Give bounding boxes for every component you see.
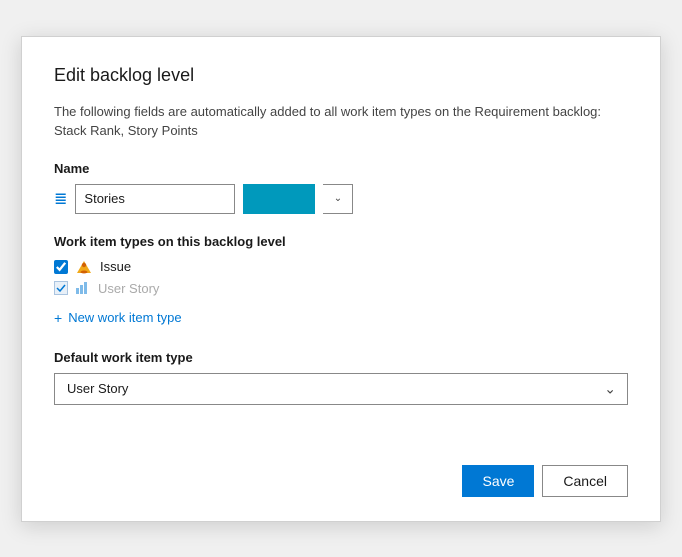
issue-icon	[76, 259, 92, 275]
chevron-down-icon: ⌄	[334, 193, 342, 204]
default-work-item-dropdown-wrapper: User Story Issue	[54, 373, 628, 405]
add-new-work-item-row[interactable]: + New work item type	[54, 310, 628, 326]
edit-backlog-dialog: Edit backlog level The following fields …	[21, 36, 661, 522]
user-story-label: User Story	[98, 281, 159, 296]
color-picker-button[interactable]	[243, 184, 315, 214]
default-work-item-label: Default work item type	[54, 350, 628, 365]
work-item-list: Issue User Story	[54, 259, 628, 296]
name-input[interactable]	[75, 184, 235, 214]
user-story-checkbox-disabled	[54, 281, 68, 295]
work-item-row: User Story	[54, 281, 628, 296]
drag-handle-icon: ≣	[54, 189, 67, 209]
issue-label: Issue	[100, 259, 131, 274]
issue-checkbox[interactable]	[54, 260, 68, 274]
name-section-label: Name	[54, 161, 628, 176]
cancel-button[interactable]: Cancel	[542, 465, 628, 497]
work-item-row: Issue	[54, 259, 628, 275]
default-work-item-dropdown[interactable]: User Story Issue	[54, 373, 628, 405]
color-dropdown-button[interactable]: ⌄	[323, 184, 353, 214]
dialog-title: Edit backlog level	[54, 65, 628, 86]
name-row: ≣ ⌄	[54, 184, 628, 214]
plus-icon: +	[54, 310, 62, 326]
save-button[interactable]: Save	[462, 465, 534, 497]
work-item-types-label: Work item types on this backlog level	[54, 234, 628, 249]
add-new-work-item-link[interactable]: New work item type	[68, 310, 181, 325]
dialog-description: The following fields are automatically a…	[54, 102, 628, 141]
dialog-footer: Save Cancel	[54, 405, 628, 497]
user-story-icon	[76, 282, 90, 294]
